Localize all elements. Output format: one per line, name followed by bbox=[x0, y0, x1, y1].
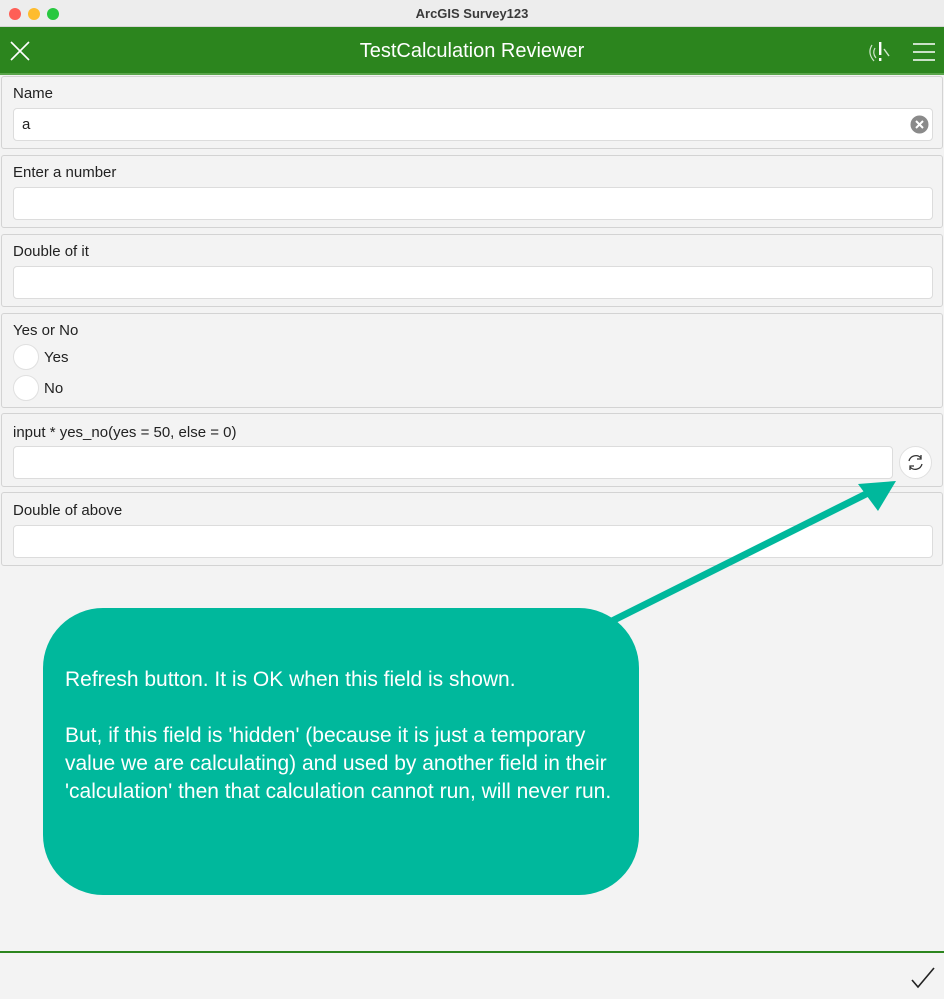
annotation-line2: But, if this field is 'hidden' (because … bbox=[65, 724, 612, 803]
submit-check-icon[interactable] bbox=[910, 966, 936, 990]
annotation-callout: Refresh button. It is OK when this field… bbox=[43, 608, 639, 895]
annotation-line1: Refresh button. It is OK when this field… bbox=[65, 668, 516, 691]
footer-divider bbox=[0, 951, 944, 953]
